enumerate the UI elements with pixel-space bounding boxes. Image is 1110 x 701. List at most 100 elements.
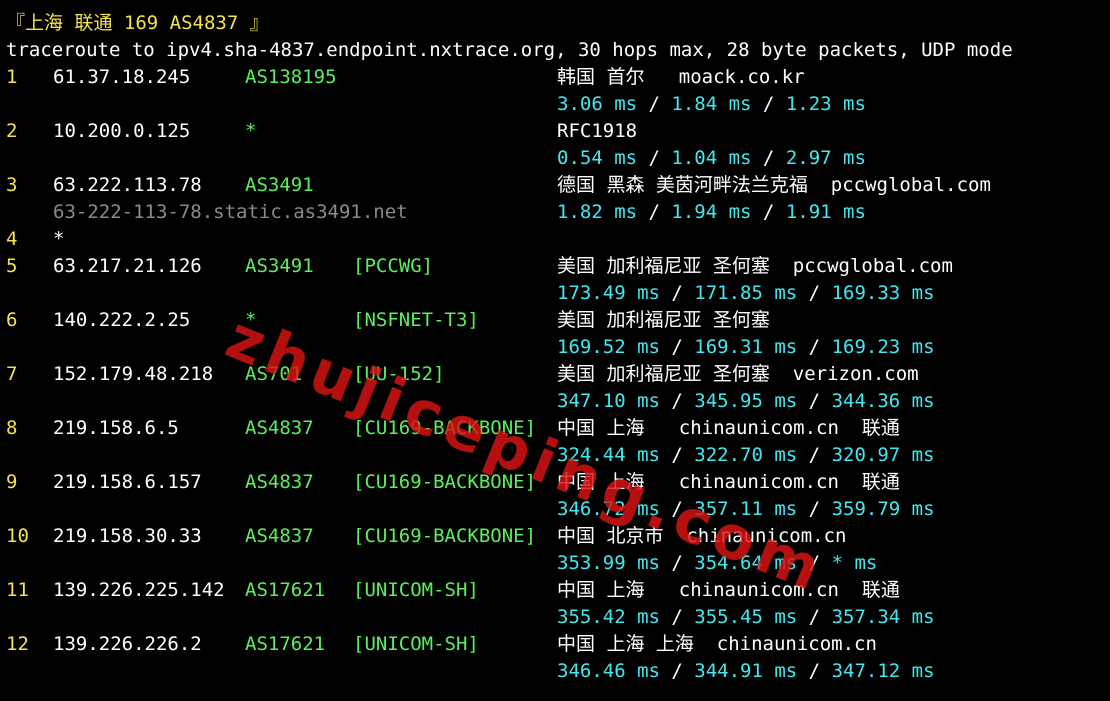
rtt-value: 353.99 ms [557, 552, 660, 574]
hop-ip: 152.179.48.218 [53, 363, 214, 385]
hop-host: pccwglobal.com [792, 255, 953, 277]
hop-row: 12 139.226.226.2 AS17621 [UNICOM-SH] 中国 上海 上… [6, 631, 1106, 658]
hop-row: 1 61.37.18.245 AS138195 韩国 首尔 moack.co.kr [6, 64, 1106, 91]
hop-geo: 美国 加利福尼亚 圣何塞 pccwglobal.com [557, 253, 953, 280]
hop-number: 2 [6, 120, 18, 142]
rtt-value: * ms [831, 552, 878, 574]
hop-row: 3 63.222.113.78 AS3491 德国 黑森 美茵河畔法兰克福 pccwg… [6, 172, 1106, 199]
rtt-separator: / [659, 336, 695, 358]
rtt-value: 1.82 ms [557, 201, 638, 223]
hop-rtt: 355.42 ms / 355.45 ms / 357.34 ms [557, 604, 935, 631]
hop-detail-row: 173.49 ms / 171.85 ms / 169.33 ms [6, 280, 1106, 307]
hop-geo: RFC1918 [557, 118, 637, 145]
hop-asn: AS4837 [245, 525, 314, 547]
hop-number: 4 [6, 228, 18, 250]
hop-number: 6 [6, 309, 18, 331]
hop-asn: AS17621 [245, 633, 326, 655]
hop-host: pccwglobal.com [830, 174, 991, 196]
hop-number: 12 [6, 633, 29, 655]
hop-geo-text: 中国 北京市 [557, 525, 664, 547]
hop-isp: 联通 [861, 579, 900, 601]
rtt-separator: / [751, 147, 786, 169]
hop-geo: 德国 黑森 美茵河畔法兰克福 pccwglobal.com [557, 172, 991, 199]
rtt-value: 322.70 ms [694, 444, 798, 466]
rtt-value: 169.33 ms [831, 282, 935, 304]
hop-detail-row: 0.54 ms / 1.04 ms / 2.97 ms [6, 145, 1106, 172]
hop-rtt: 3.06 ms / 1.84 ms / 1.23 ms [557, 91, 866, 118]
rtt-value: 171.85 ms [694, 282, 798, 304]
hop-geo-text: 美国 加利福尼亚 圣何塞 [557, 309, 770, 331]
rtt-value: 320.97 ms [831, 444, 935, 466]
hop-geo: 美国 加利福尼亚 圣何塞 [557, 307, 770, 334]
hop-rtt: 324.44 ms / 322.70 ms / 320.97 ms [557, 442, 935, 469]
hop-asn: AS17621 [245, 579, 326, 601]
hop-tag: [UU-152] [353, 363, 445, 385]
hop-rtt: 353.99 ms / 354.64 ms / * ms [557, 550, 877, 577]
hop-rtt: 1.82 ms / 1.94 ms / 1.91 ms [557, 199, 866, 226]
hop-geo-text: 美国 加利福尼亚 圣何塞 [557, 255, 770, 277]
hop-asn: AS4837 [245, 417, 314, 439]
hop-geo-text: 美国 加利福尼亚 圣何塞 [557, 363, 770, 385]
rtt-separator: / [797, 606, 832, 628]
hop-row: 2 10.200.0.125 * RFC1918 [6, 118, 1106, 145]
rtt-separator: / [659, 282, 695, 304]
hop-geo-text: 中国 上海 [557, 417, 645, 439]
rtt-separator: / [797, 498, 832, 520]
hop-host: chinaunicom.cn [678, 417, 839, 439]
hop-geo: 中国 上海 chinaunicom.cn 联通 [557, 415, 900, 442]
hop-tag: [UNICOM-SH] [353, 633, 479, 655]
hop-number: 9 [6, 471, 18, 493]
hop-ip: 219.158.6.5 [53, 417, 179, 439]
hop-rtt: 347.10 ms / 345.95 ms / 344.36 ms [557, 388, 935, 415]
hop-ip: 139.226.226.2 [53, 633, 202, 655]
hop-geo: 中国 上海 chinaunicom.cn 联通 [557, 577, 900, 604]
rtt-separator: / [659, 606, 695, 628]
hop-ip: 219.158.6.157 [53, 471, 202, 493]
rtt-value: 355.45 ms [694, 606, 798, 628]
hop-rdns: 63-222-113-78.static.as3491.net [53, 201, 408, 223]
rtt-value: 169.52 ms [557, 336, 660, 358]
rtt-value: 169.31 ms [694, 336, 798, 358]
hop-tag: [NSFNET-T3] [353, 309, 479, 331]
hop-row: 10 219.158.30.33 AS4837 [CU169-BACKBONE] 中国 … [6, 523, 1106, 550]
hop-detail-row: 346.72 ms / 357.11 ms / 359.79 ms [6, 496, 1106, 523]
hop-detail-row: 3.06 ms / 1.84 ms / 1.23 ms [6, 91, 1106, 118]
rtt-value: 354.64 ms [694, 552, 798, 574]
hop-geo-text: 韩国 首尔 [557, 66, 645, 88]
hop-ip: 63.222.113.78 [53, 174, 202, 196]
hop-rtt: 346.46 ms / 344.91 ms / 347.12 ms [557, 658, 935, 685]
rtt-separator: / [797, 282, 832, 304]
hop-number: 7 [6, 363, 18, 385]
hop-asn: AS138195 [245, 66, 337, 88]
hop-rtt: 346.72 ms / 357.11 ms / 359.79 ms [557, 496, 935, 523]
hop-detail-row: 63-222-113-78.static.as3491.net 1.82 ms /… [6, 199, 1106, 226]
rtt-value: 1.23 ms [785, 93, 866, 115]
hop-number: 1 [6, 66, 18, 88]
hop-rtt: 0.54 ms / 1.04 ms / 2.97 ms [557, 145, 866, 172]
hop-ip: 10.200.0.125 [53, 120, 191, 142]
rtt-value: 324.44 ms [557, 444, 660, 466]
hop-rtt: 173.49 ms / 171.85 ms / 169.33 ms [557, 280, 935, 307]
rtt-separator: / [751, 201, 786, 223]
hop-number: 8 [6, 417, 18, 439]
hop-rtt: 169.52 ms / 169.31 ms / 169.23 ms [557, 334, 935, 361]
hop-number: 3 [6, 174, 18, 196]
hop-asn: AS3491 [245, 174, 314, 196]
hop-host: chinaunicom.cn [716, 633, 877, 655]
rtt-value: 173.49 ms [557, 282, 660, 304]
rtt-separator: / [659, 390, 695, 412]
rtt-value: 2.97 ms [785, 147, 866, 169]
rtt-value: 1.04 ms [671, 147, 752, 169]
hop-ip: 140.222.2.25 [53, 309, 191, 331]
hop-asn: AS701 [245, 363, 303, 385]
hop-geo-text: 中国 上海 上海 [557, 633, 694, 655]
rtt-value: 3.06 ms [557, 93, 638, 115]
hop-isp: 联通 [861, 471, 900, 493]
rtt-value: 347.12 ms [831, 660, 935, 682]
traceroute-command: traceroute to ipv4.sha-4837.endpoint.nxt… [6, 39, 1013, 61]
hop-row: 9 219.158.6.157 AS4837 [CU169-BACKBONE] 中国 上… [6, 469, 1106, 496]
hop-row: 7 152.179.48.218 AS701 [UU-152] 美国 加利福尼亚 圣何塞… [6, 361, 1106, 388]
hop-tag: [CU169-BACKBONE] [353, 525, 537, 547]
hop-row: 8 219.158.6.5 AS4837 [CU169-BACKBONE] 中国 上海 … [6, 415, 1106, 442]
hop-geo-text: 中国 上海 [557, 579, 645, 601]
